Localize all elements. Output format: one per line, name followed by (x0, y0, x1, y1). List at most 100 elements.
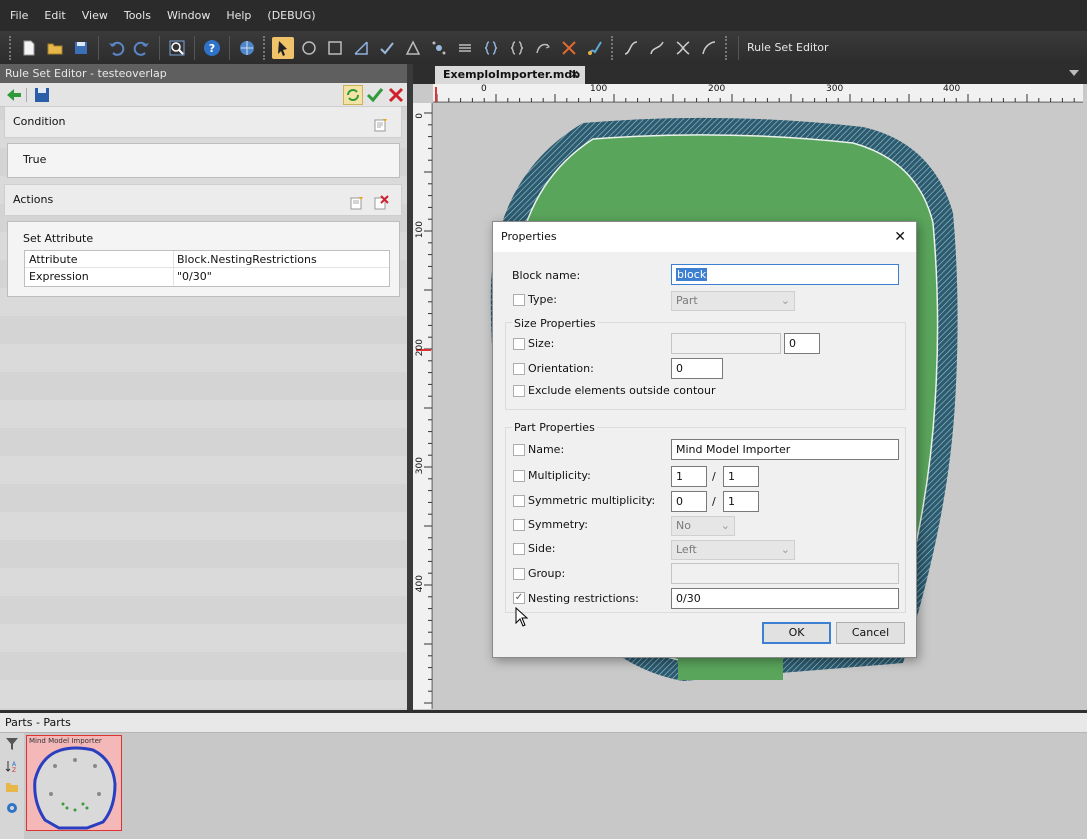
refresh-icon[interactable] (343, 85, 363, 105)
condition-box[interactable]: True (7, 143, 400, 178)
curve-tool-icon[interactable] (532, 37, 554, 59)
actions-header: Actions (4, 184, 402, 216)
exclude-checkbox[interactable] (513, 385, 525, 397)
symmetric-multiplicity-checkbox[interactable] (513, 495, 525, 507)
node-tool-icon[interactable] (428, 37, 450, 59)
check-tool-icon[interactable] (376, 37, 398, 59)
symmetric-multiplicity-total-input[interactable]: 1 (723, 491, 759, 512)
type-checkbox[interactable] (513, 294, 525, 306)
save-icon[interactable] (33, 86, 51, 104)
curve-a-icon[interactable] (620, 37, 642, 59)
ok-button[interactable]: OK (762, 622, 831, 644)
toolbar-grip[interactable] (611, 35, 615, 60)
name-checkbox[interactable] (513, 444, 525, 456)
redo-icon[interactable] (131, 37, 153, 59)
multiplicity-total-value: 1 (728, 470, 735, 483)
multiplicity-total-input[interactable]: 1 (723, 466, 759, 487)
triangle-tool-icon[interactable] (402, 37, 424, 59)
ruler-h-label: 400 (943, 84, 961, 94)
cancel-button[interactable]: Cancel (836, 622, 905, 644)
rotate-icon[interactable] (298, 37, 320, 59)
globe-icon[interactable] (236, 37, 258, 59)
row-key: Attribute (29, 253, 78, 266)
symmetry-checkbox[interactable] (513, 519, 525, 531)
tab-exemploimporter[interactable]: ExemploImporter.mdb ✕ (435, 66, 585, 84)
new-file-icon[interactable] (18, 37, 40, 59)
back-arrow-icon[interactable] (5, 86, 23, 104)
menu-view[interactable]: View (82, 9, 108, 22)
sort-icon[interactable]: AZ (5, 759, 19, 774)
name-input[interactable]: Mind Model Importer (671, 439, 899, 460)
ruler-v-label: 300 (415, 457, 425, 475)
menu-window[interactable]: Window (167, 9, 210, 22)
block-name-input[interactable]: block (671, 264, 899, 285)
frame-icon[interactable] (324, 37, 346, 59)
ruler-v-label: 400 (415, 575, 425, 593)
cancel-x-icon[interactable] (387, 86, 405, 104)
table-row[interactable]: Attribute Block.NestingRestrictions (25, 251, 389, 268)
part-thumbnail-shape (33, 746, 117, 830)
toolbar-grip[interactable] (725, 35, 729, 60)
symmetric-multiplicity-input[interactable]: 0 (671, 491, 707, 512)
menu-debug[interactable]: (DEBUG) (267, 9, 315, 22)
multiplicity-input[interactable]: 1 (671, 466, 707, 487)
toolbar-separator (98, 35, 99, 60)
close-icon[interactable]: ✕ (894, 222, 906, 252)
group-input[interactable] (671, 563, 899, 584)
toolbar-grip[interactable] (9, 35, 13, 60)
menu-edit[interactable]: Edit (44, 9, 65, 22)
menu-tools[interactable]: Tools (124, 9, 151, 22)
brush-icon[interactable] (584, 37, 606, 59)
symmetry-select[interactable]: No ⌄ (671, 516, 735, 536)
settings-gear-icon[interactable] (5, 801, 19, 815)
close-tab-icon[interactable]: ✕ (570, 66, 579, 84)
menu-help[interactable]: Help (226, 9, 251, 22)
group-checkbox[interactable] (513, 568, 525, 580)
folder-icon[interactable] (5, 780, 19, 794)
type-select[interactable]: Part ⌄ (671, 291, 795, 311)
undo-icon[interactable] (105, 37, 127, 59)
nesting-restrictions-checkbox[interactable]: ✓ (513, 592, 525, 604)
delete-action-icon[interactable] (373, 193, 389, 210)
size-width-input[interactable] (671, 333, 781, 354)
table-row[interactable]: Expression "0/30" (25, 268, 389, 285)
part-properties-title: Part Properties (512, 421, 597, 434)
zoom-icon[interactable] (166, 37, 188, 59)
toolbar-grip[interactable] (263, 35, 267, 60)
document-tab-strip: ExemploImporter.mdb ✕ (413, 64, 1087, 84)
chevron-down-icon: ⌄ (780, 543, 790, 556)
side-select[interactable]: Left ⌄ (671, 540, 795, 560)
brace2-tool-icon[interactable] (506, 37, 528, 59)
curve-b-icon[interactable] (646, 37, 668, 59)
size-checkbox[interactable] (513, 338, 525, 350)
tab-list-chevron-icon[interactable] (1069, 70, 1079, 76)
brace-tool-icon[interactable] (480, 37, 502, 59)
multiplicity-checkbox[interactable] (513, 470, 525, 482)
apply-check-icon[interactable] (366, 86, 384, 104)
filter-icon[interactable] (5, 737, 19, 751)
add-action-icon[interactable] (349, 193, 365, 210)
nesting-restrictions-input[interactable]: 0/30 (671, 588, 899, 609)
orientation-input[interactable]: 0 (671, 358, 723, 379)
side-value: Left (676, 543, 697, 556)
part-thumbnail[interactable]: Mind Model Importer (26, 735, 122, 831)
nesting-restrictions-value: 0/30 (676, 592, 701, 605)
rule-set-editor-button[interactable]: Rule Set Editor (738, 35, 837, 60)
cut-tool-icon[interactable] (558, 37, 580, 59)
align-tool-icon[interactable] (454, 37, 476, 59)
action-name: Set Attribute (23, 232, 94, 245)
measure-icon[interactable] (350, 37, 372, 59)
help-icon[interactable]: ? (201, 37, 223, 59)
menu-file[interactable]: File (10, 9, 28, 22)
action-box[interactable]: Set Attribute Attribute Block.NestingRes… (7, 221, 400, 297)
curve-c-icon[interactable] (698, 37, 720, 59)
side-checkbox[interactable] (513, 543, 525, 555)
save-icon[interactable] (70, 37, 92, 59)
curve-x-icon[interactable] (672, 37, 694, 59)
select-arrow-icon[interactable] (272, 36, 294, 59)
size-height-input[interactable]: 0 (784, 333, 820, 354)
edit-condition-icon[interactable] (373, 115, 389, 132)
open-folder-icon[interactable] (44, 37, 66, 59)
orientation-checkbox[interactable] (513, 363, 525, 375)
condition-value: True (23, 153, 47, 166)
